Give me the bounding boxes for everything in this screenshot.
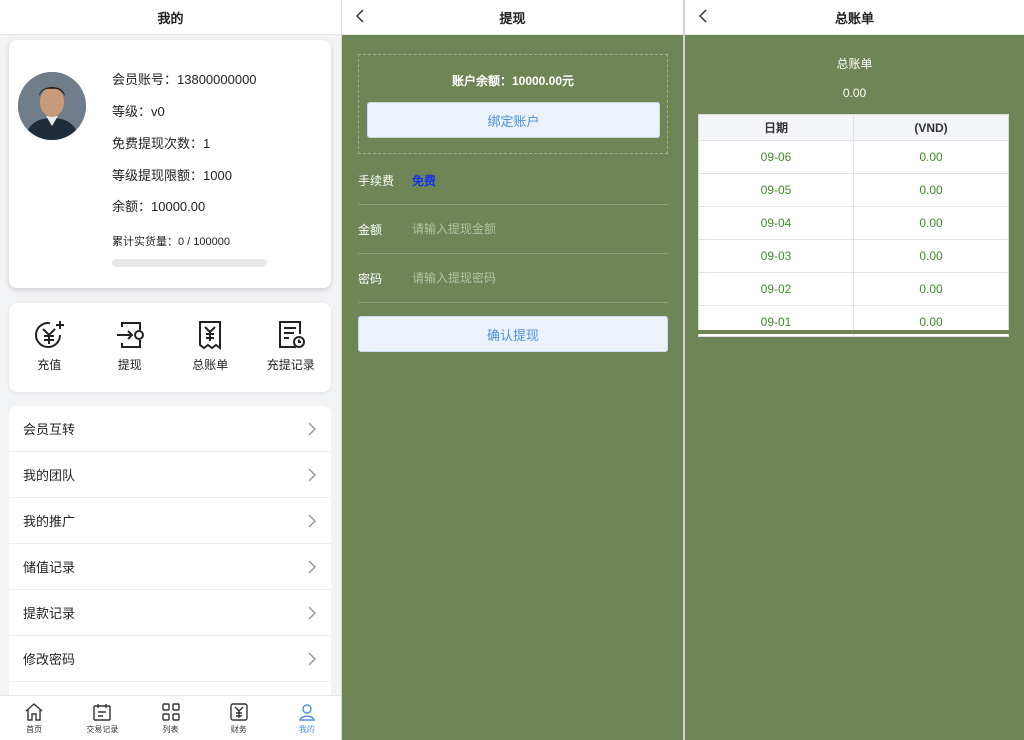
bill-icon [199,321,222,350]
bill-total: 0.00 [842,86,867,100]
menu-item-change-password[interactable]: 修改密码 [9,636,331,682]
recharge-icon [35,321,65,349]
back-button[interactable] [350,6,370,26]
chevron-right-icon [308,651,317,666]
table-row: 09-05 0.00 [699,174,1008,207]
menu-item-my-promotion[interactable]: 我的推广 [9,498,331,544]
menu-item-my-team[interactable]: 我的团队 [9,452,331,498]
table-header: 日期 (VND) [699,115,1008,141]
chevron-right-icon [308,605,317,620]
table-row: 09-04 0.00 [699,207,1008,240]
table-row: 09-02 0.00 [699,273,1008,306]
sales-volume: 累计实货量：0 / 100000 [112,236,230,248]
amount-row: 金额 [358,205,668,254]
bill-table: 日期 (VND) 09-06 0.00 09-05 0.00 09-04 0.0… [698,114,1009,337]
column-header-amount: (VND) [914,120,948,135]
grid-icon [161,702,180,721]
table-scroll-cutoff [698,330,1009,334]
chevron-right-icon [308,559,317,574]
level-withdraw-limit: 等级提现限额：1000 [112,168,232,183]
column-header-date: 日期 [699,115,854,140]
chevron-left-icon [355,9,364,23]
tab-home[interactable]: 首页 [0,696,68,740]
profile-screen: 我的 会员账号：13800000000 等级：v0 免费提现次数：1 等级提现限… [0,0,341,740]
menu-item-member-transfer[interactable]: 会员互转 [9,406,331,452]
recharge-button[interactable]: 充值 [9,303,90,392]
records-icon [278,321,305,348]
tab-transactions[interactable]: 交易记录 [68,696,136,740]
fee-value: 免费 [412,173,437,188]
bind-account-button[interactable]: 绑定账户 [367,102,660,138]
tab-list[interactable]: 列表 [136,696,204,740]
page-title: 总账单 [834,10,874,26]
balance-box: 账户余额：10000.00元 绑定账户 [358,54,668,154]
profile-card: 会员账号：13800000000 等级：v0 免费提现次数：1 等级提现限额：1… [9,40,331,288]
row-amount: 0.00 [919,150,943,164]
withdraw-icon [116,322,144,348]
quick-actions: 充值 提现 总账单 充提记录 [9,303,331,392]
row-amount: 0.00 [919,183,943,197]
chevron-right-icon [308,513,317,528]
page-title: 提现 [499,10,526,26]
nav-bar: 总账单 [685,0,1024,35]
bill-screen: 总账单 总账单 0.00 日期 (VND) 09-06 0.00 09-05 0… [685,0,1024,740]
balance: 余额：10000.00 [112,199,206,214]
password-row: 密码 [358,254,668,303]
user-icon [299,703,315,721]
row-date: 09-02 [699,273,854,305]
amount-input[interactable] [412,222,668,236]
row-date: 09-04 [699,207,854,239]
password-input[interactable] [412,271,668,285]
fee-row: 手续费 免费 [358,156,668,205]
table-row: 09-03 0.00 [699,240,1008,273]
member-level: 等级：v0 [112,104,165,119]
row-date: 09-05 [699,174,854,206]
tab-mine[interactable]: 我的 [273,696,341,740]
nav-bar: 我的 [0,0,341,35]
records-button[interactable]: 充提记录 [251,303,332,392]
withdraw-screen: 提现 账户余额：10000.00元 绑定账户 手续费 免费 金额 密码 确认提现 [342,0,683,740]
bill-button[interactable]: 总账单 [170,303,251,392]
avatar-photo-icon [18,72,86,140]
back-button[interactable] [693,6,713,26]
nav-bar: 提现 [342,0,683,35]
page-title: 我的 [157,10,184,26]
menu-item-withdraw-records[interactable]: 提款记录 [9,590,331,636]
menu-list: 会员互转 我的团队 我的推广 储值记录 提款记录 修改密码 [9,406,331,706]
chevron-right-icon [308,421,317,436]
row-date: 09-06 [699,141,854,173]
confirm-withdraw-button[interactable]: 确认提现 [358,316,668,352]
bill-heading: 总账单 [836,57,873,71]
tab-finance[interactable]: 财务 [205,696,273,740]
home-icon [25,702,43,721]
finance-icon [230,702,248,721]
sales-progress-bar [112,259,267,267]
member-account: 会员账号：13800000000 [112,72,257,87]
account-balance: 账户余额：10000.00元 [451,74,575,88]
chevron-right-icon [308,467,317,482]
row-amount: 0.00 [919,216,943,230]
chevron-left-icon [698,9,707,23]
avatar [18,72,86,140]
row-amount: 0.00 [919,282,943,296]
table-row: 09-06 0.00 [699,141,1008,174]
free-withdraw-count: 免费提现次数：1 [112,136,211,151]
menu-item-deposit-records[interactable]: 储值记录 [9,544,331,590]
tab-bar: 首页 交易记录 列表 财务 我的 [0,695,341,740]
withdraw-button[interactable]: 提现 [90,303,171,392]
row-date: 09-03 [699,240,854,272]
row-amount: 0.00 [919,249,943,263]
transactions-icon [93,703,111,721]
